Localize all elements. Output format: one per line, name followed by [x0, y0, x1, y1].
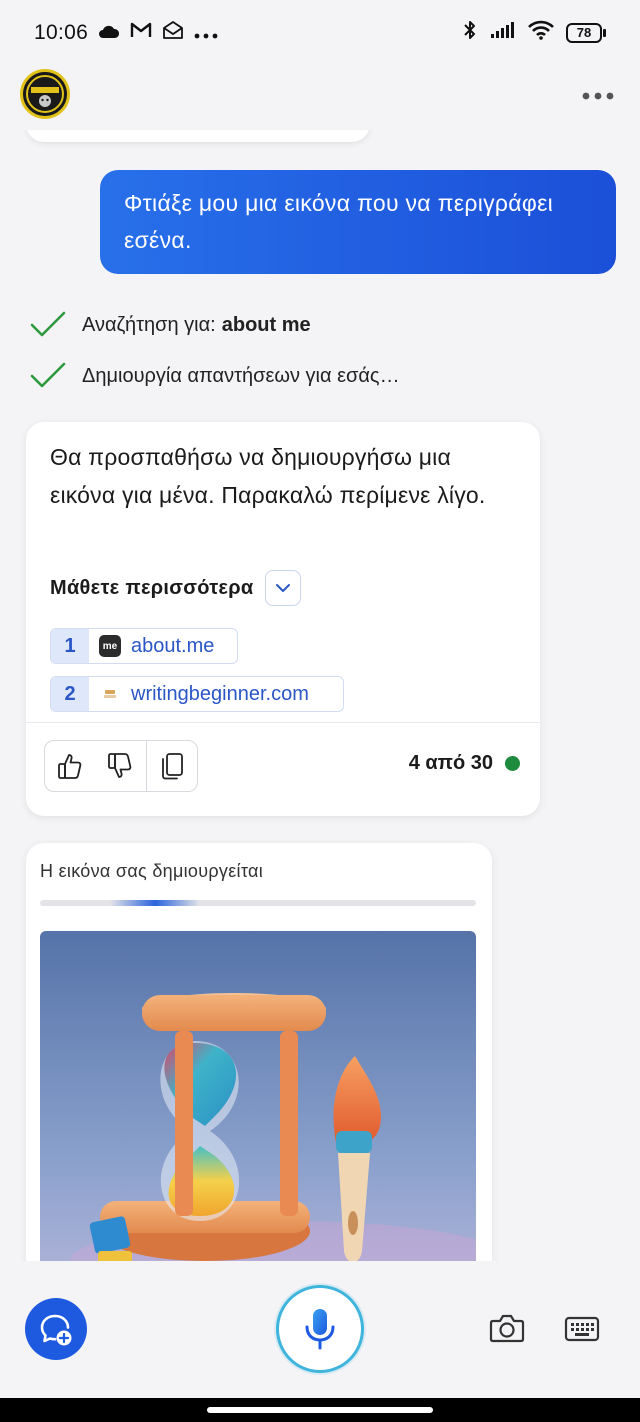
bluetooth-icon	[462, 19, 478, 47]
previous-message-card	[26, 130, 370, 142]
turn-counter: 4 από 30	[409, 752, 520, 775]
more-horizontal-icon	[194, 21, 218, 45]
writingbeginner-favicon	[89, 677, 131, 711]
source-number: 2	[51, 677, 89, 711]
user-message-bubble: Φτιάξε μου μια εικόνα που να περιγράφει …	[100, 170, 616, 274]
status-left: 10:06	[34, 20, 218, 46]
system-navigation-bar	[0, 1398, 640, 1422]
progress-step-search: Αναζήτηση για: about me	[30, 308, 311, 342]
camera-icon	[489, 1314, 525, 1343]
copy-button[interactable]	[145, 741, 197, 791]
status-dot	[505, 756, 520, 771]
image-generation-card: Η εικόνα σας δημιουργείται	[26, 843, 492, 1261]
cloud-icon	[98, 21, 120, 45]
image-card-title: Η εικόνα σας δημιουργείται	[40, 861, 263, 881]
check-icon	[30, 361, 66, 391]
status-right: 78	[462, 19, 606, 47]
bottom-action-bar	[0, 1261, 640, 1401]
progress-step-generate: Δημιουργία απαντήσεων για εσάς…	[30, 359, 400, 393]
home-indicator[interactable]	[207, 1407, 433, 1413]
chevron-down-icon	[276, 584, 291, 592]
signal-icon	[490, 21, 516, 45]
new-chat-button[interactable]	[25, 1298, 87, 1360]
source-number: 1	[51, 629, 89, 663]
thumbs-down-icon	[108, 753, 132, 778]
divider	[26, 722, 540, 723]
check-icon	[30, 310, 66, 340]
keyboard-icon	[564, 1316, 600, 1342]
source-label: about.me	[131, 634, 215, 657]
feedback-group	[44, 740, 198, 792]
camera-button[interactable]	[489, 1313, 525, 1348]
answer-text: Θα προσπαθήσω να δημιουργήσω μια εικόνα …	[50, 444, 486, 508]
source-link-1[interactable]: 1 me about.me	[50, 628, 238, 664]
thumbs-up-icon	[58, 754, 82, 779]
step-label: Αναζήτηση για:	[82, 313, 216, 336]
gmail-icon	[130, 21, 152, 45]
learn-more-row: Μάθετε περισσότερα	[50, 570, 302, 606]
wifi-icon	[528, 20, 554, 46]
copy-icon	[161, 753, 183, 780]
battery-level: 78	[566, 23, 602, 43]
learn-more-label: Μάθετε περισσότερα	[50, 576, 254, 599]
thumbs-down-button[interactable]	[95, 741, 145, 791]
battery-icon: 78	[566, 23, 606, 43]
answer-card: Θα προσπαθήσω να δημιουργήσω μια εικόνα …	[26, 422, 540, 816]
avatar[interactable]	[20, 69, 70, 119]
chat-area[interactable]: Φτιάξε μου μια εικόνα που να περιγράφει …	[0, 130, 640, 1261]
new-chat-icon	[40, 1314, 72, 1346]
top-bar	[0, 66, 640, 130]
mail-open-icon	[162, 20, 184, 46]
learn-more-toggle[interactable]	[265, 570, 302, 606]
turn-counter-text: 4 από 30	[408, 752, 493, 774]
status-bar: 10:06 78	[0, 0, 640, 66]
generated-image[interactable]	[40, 931, 476, 1261]
about-me-favicon: me	[89, 629, 131, 663]
step-query: about me	[221, 313, 311, 336]
more-options-icon[interactable]	[582, 88, 614, 100]
microphone-button[interactable]	[276, 1285, 364, 1373]
microphone-icon	[305, 1309, 335, 1350]
source-label: writingbeginner.com	[131, 682, 309, 705]
thumbs-up-button[interactable]	[45, 741, 95, 791]
step-label: Δημιουργία απαντήσεων για εσάς…	[82, 364, 400, 387]
generation-progress-bar	[40, 900, 476, 906]
source-link-2[interactable]: 2 writingbeginner.com	[50, 676, 344, 712]
status-time: 10:06	[34, 21, 89, 44]
progress-indicator	[110, 900, 200, 906]
keyboard-button[interactable]	[564, 1316, 600, 1347]
